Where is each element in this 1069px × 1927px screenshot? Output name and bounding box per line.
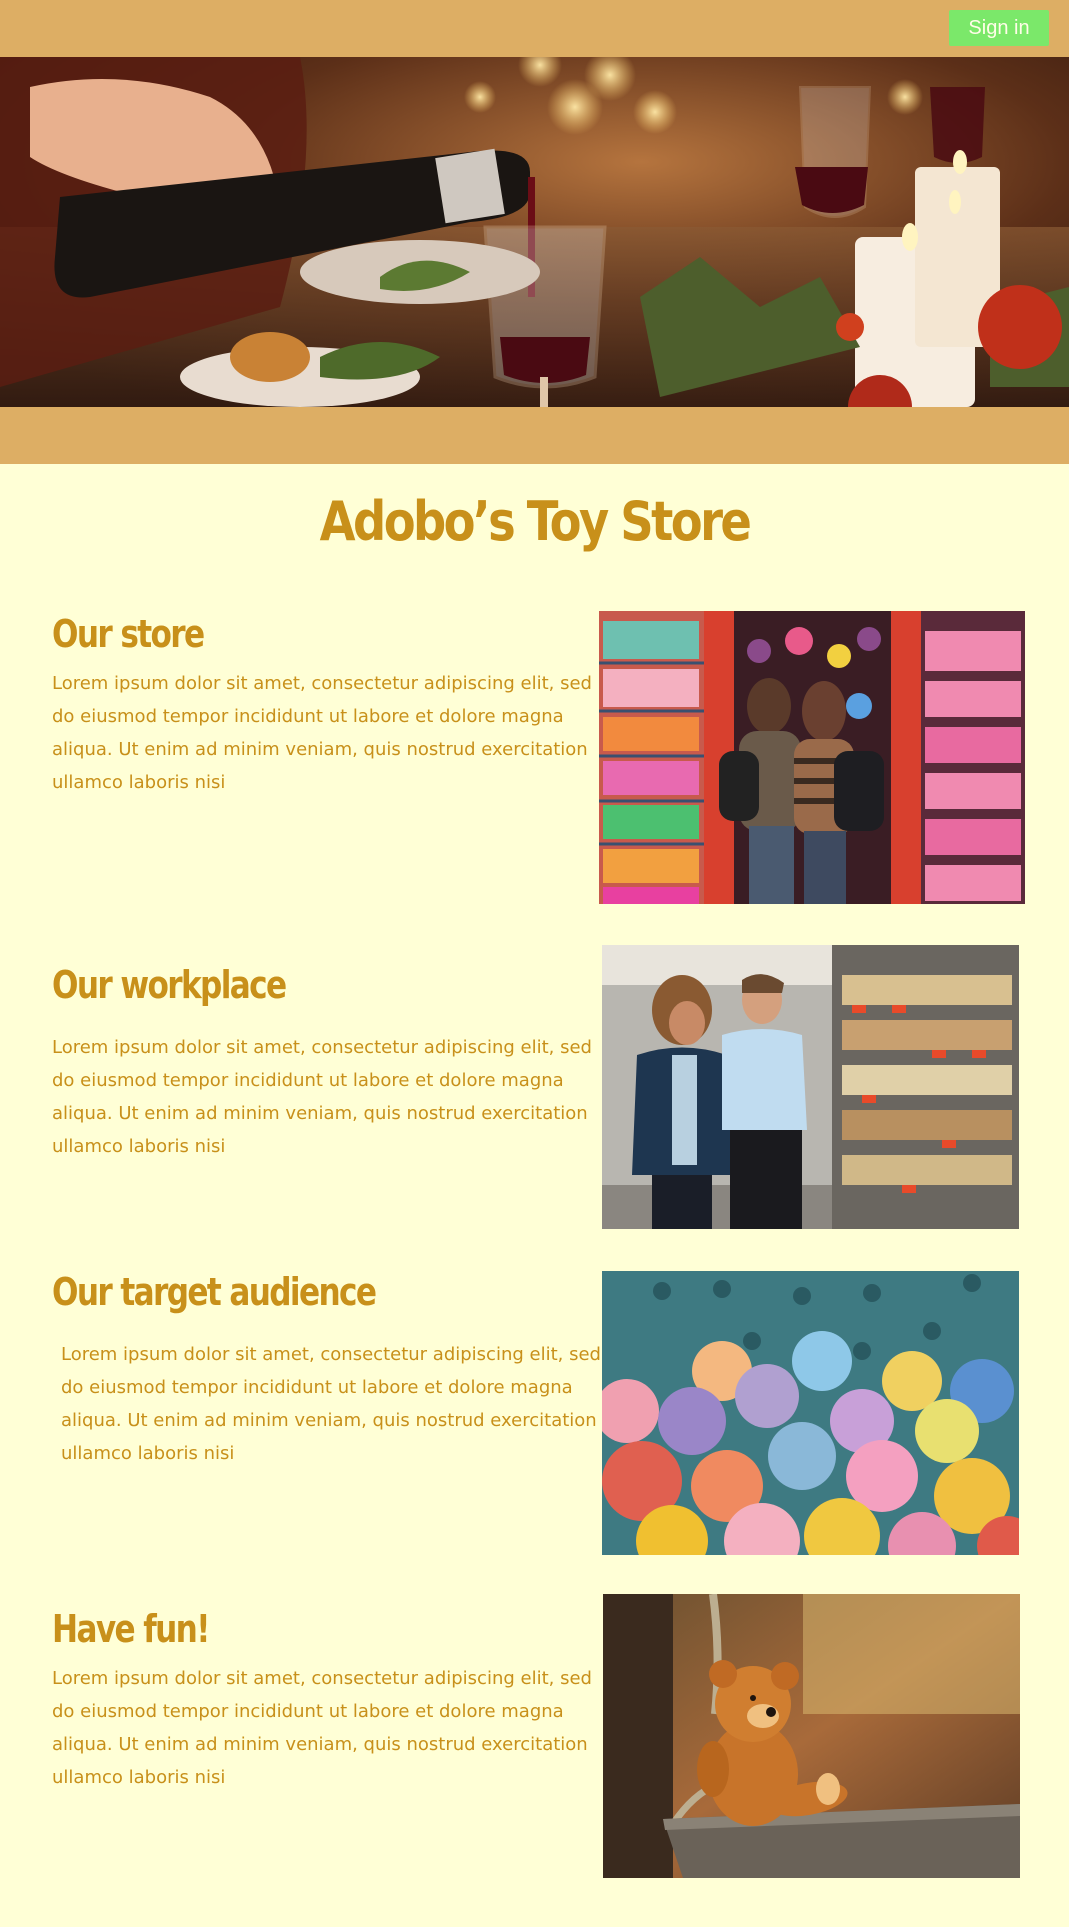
toy-store-shelves-image [599, 611, 1025, 904]
sign-in-button[interactable]: Sign in [949, 10, 1049, 46]
section-text-our-target-audience: Lorem ipsum dolor sit amet, consectetur … [61, 1344, 601, 1464]
section-title-have-fun: Have fun! [52, 1607, 210, 1651]
section-text-our-workplace: Lorem ipsum dolor sit amet, consectetur … [52, 1037, 592, 1157]
workplace-employees-image [602, 945, 1019, 1229]
ball-pit-image [602, 1271, 1019, 1555]
section-title-our-target-audience: Our target audience [52, 1270, 377, 1314]
section-title-our-workplace: Our workplace [52, 963, 287, 1007]
hero-band [0, 407, 1069, 464]
section-title-our-store: Our store [52, 612, 205, 656]
hero-image [0, 57, 1069, 407]
section-text-have-fun: Lorem ipsum dolor sit amet, consectetur … [52, 1668, 592, 1788]
top-bar: Sign in [0, 0, 1069, 57]
section-text-our-store: Lorem ipsum dolor sit amet, consectetur … [52, 673, 592, 793]
teddy-bear-swing-image [603, 1594, 1020, 1878]
page-title: Adobo’s Toy Store [319, 490, 752, 553]
